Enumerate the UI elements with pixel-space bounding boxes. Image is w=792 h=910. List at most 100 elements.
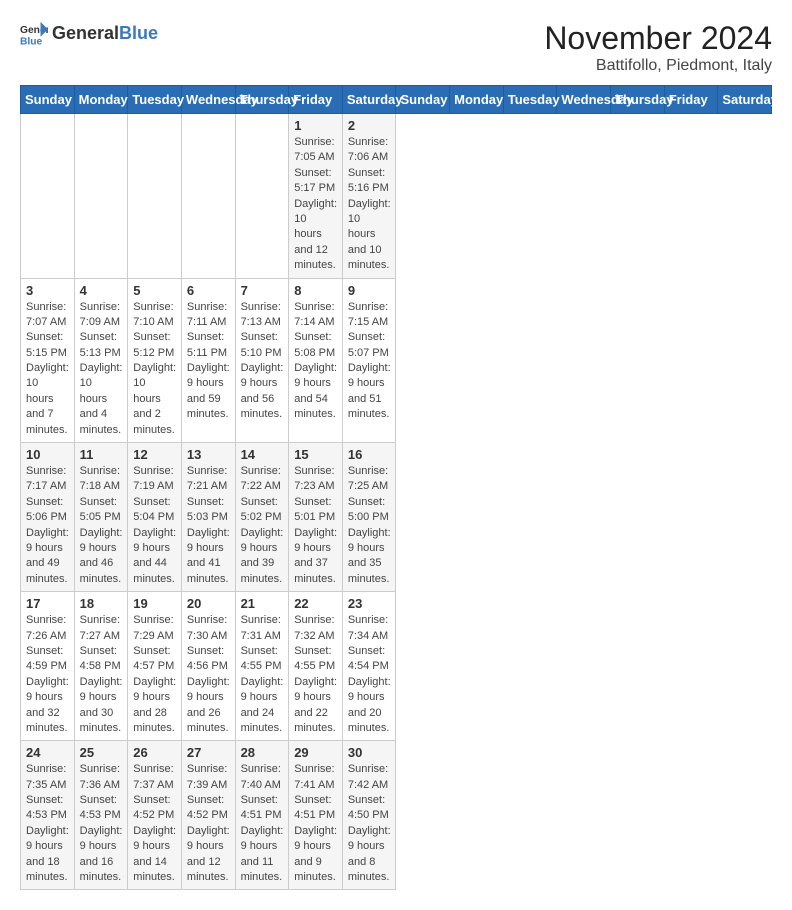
month-title: November 2024 — [544, 20, 772, 57]
calendar-cell: 8 Sunrise: 7:14 AM Sunset: 5:08 PM Daylig… — [289, 278, 343, 443]
calendar-cell: 13Sunrise: 7:21 AM Sunset: 5:03 PM Dayli… — [181, 443, 235, 592]
calendar-week-row: 10 Sunrise: 7:17 AM Sunset: 5:06 PM Dayli… — [21, 443, 772, 592]
title-area: November 2024 Battifollo, Piedmont, Ital… — [544, 20, 772, 75]
calendar-cell: 3 Sunrise: 7:07 AM Sunset: 5:15 PM Daylig… — [21, 278, 75, 443]
calendar-week-row: 3 Sunrise: 7:07 AM Sunset: 5:15 PM Daylig… — [21, 278, 772, 443]
day-of-week-header: Monday — [74, 86, 128, 114]
calendar-cell: 19Sunrise: 7:29 AM Sunset: 4:57 PM Dayli… — [128, 592, 182, 741]
day-info: Sunrise: 7:19 AM Sunset: 5:04 PM Dayligh… — [133, 464, 176, 587]
calendar-cell: 28 Sunrise: 7:40 AM Sunset: 4:51 PM Dayli… — [235, 741, 289, 890]
day-of-week-header: Wednesday — [181, 86, 235, 114]
day-info: Sunrise: 7:32 AM Sunset: 4:55 PM Dayligh… — [294, 613, 337, 736]
day-of-week-header: Saturday — [718, 86, 772, 114]
day-of-week-header: Thursday — [235, 86, 289, 114]
calendar-cell: 6 Sunrise: 7:11 AM Sunset: 5:11 PM Daylig… — [181, 278, 235, 443]
day-number: 8 — [294, 283, 337, 298]
day-of-week-header: Wednesday — [557, 86, 611, 114]
day-number: 18 — [80, 596, 123, 611]
calendar-cell: 20 Sunrise: 7:30 AM Sunset: 4:56 PM Dayli… — [181, 592, 235, 741]
calendar-cell: 12 Sunrise: 7:19 AM Sunset: 5:04 PM Dayli… — [128, 443, 182, 592]
calendar-cell: 22 Sunrise: 7:32 AM Sunset: 4:55 PM Dayli… — [289, 592, 343, 741]
day-of-week-header: Tuesday — [503, 86, 557, 114]
calendar-cell: 7 Sunrise: 7:13 AM Sunset: 5:10 PM Daylig… — [235, 278, 289, 443]
logo-blue-text: Blue — [119, 23, 158, 43]
day-number: 16 — [348, 447, 391, 462]
calendar-cell: 11 Sunrise: 7:18 AM Sunset: 5:05 PM Dayli… — [74, 443, 128, 592]
calendar-cell: 15 Sunrise: 7:23 AM Sunset: 5:01 PM Dayli… — [289, 443, 343, 592]
day-info: Sunrise: 7:42 AM Sunset: 4:50 PM Dayligh… — [348, 762, 391, 885]
calendar-week-row: 1 Sunrise: 7:05 AM Sunset: 5:17 PM Daylig… — [21, 114, 772, 279]
day-info: Sunrise: 7:06 AM Sunset: 5:16 PM Dayligh… — [348, 135, 391, 274]
calendar-week-row: 17Sunrise: 7:26 AM Sunset: 4:59 PM Dayli… — [21, 592, 772, 741]
day-info: Sunrise: 7:34 AM Sunset: 4:54 PM Dayligh… — [348, 613, 391, 736]
day-number: 3 — [26, 283, 69, 298]
calendar-cell: 18 Sunrise: 7:27 AM Sunset: 4:58 PM Dayli… — [74, 592, 128, 741]
page-header: General Blue GeneralBlue November 2024 B… — [20, 20, 772, 75]
day-number: 20 — [187, 596, 230, 611]
day-of-week-header: Sunday — [396, 86, 450, 114]
day-number: 7 — [241, 283, 284, 298]
calendar-week-row: 24Sunrise: 7:35 AM Sunset: 4:53 PM Dayli… — [21, 741, 772, 890]
day-number: 11 — [80, 447, 123, 462]
day-info: Sunrise: 7:23 AM Sunset: 5:01 PM Dayligh… — [294, 464, 337, 587]
day-number: 10 — [26, 447, 69, 462]
day-of-week-header: Thursday — [611, 86, 665, 114]
day-number: 23 — [348, 596, 391, 611]
calendar-cell — [181, 114, 235, 279]
day-info: Sunrise: 7:11 AM Sunset: 5:11 PM Dayligh… — [187, 300, 230, 423]
day-info: Sunrise: 7:27 AM Sunset: 4:58 PM Dayligh… — [80, 613, 123, 736]
location-subtitle: Battifollo, Piedmont, Italy — [544, 57, 772, 75]
day-number: 2 — [348, 118, 391, 133]
calendar-cell: 27 Sunrise: 7:39 AM Sunset: 4:52 PM Dayli… — [181, 741, 235, 890]
logo-icon: General Blue — [20, 20, 48, 48]
calendar-cell: 5Sunrise: 7:10 AM Sunset: 5:12 PM Daylig… — [128, 278, 182, 443]
day-info: Sunrise: 7:14 AM Sunset: 5:08 PM Dayligh… — [294, 300, 337, 423]
day-info: Sunrise: 7:40 AM Sunset: 4:51 PM Dayligh… — [241, 762, 284, 885]
day-number: 26 — [133, 745, 176, 760]
day-number: 25 — [80, 745, 123, 760]
day-number: 13 — [187, 447, 230, 462]
calendar-cell: 1 Sunrise: 7:05 AM Sunset: 5:17 PM Daylig… — [289, 114, 343, 279]
day-number: 30 — [348, 745, 391, 760]
calendar-cell — [235, 114, 289, 279]
day-info: Sunrise: 7:13 AM Sunset: 5:10 PM Dayligh… — [241, 300, 284, 423]
day-number: 22 — [294, 596, 337, 611]
svg-text:Blue: Blue — [20, 36, 43, 47]
day-number: 4 — [80, 283, 123, 298]
day-number: 14 — [241, 447, 284, 462]
day-info: Sunrise: 7:30 AM Sunset: 4:56 PM Dayligh… — [187, 613, 230, 736]
day-of-week-header: Saturday — [342, 86, 396, 114]
day-info: Sunrise: 7:09 AM Sunset: 5:13 PM Dayligh… — [80, 300, 123, 439]
calendar-cell: 25Sunrise: 7:36 AM Sunset: 4:53 PM Dayli… — [74, 741, 128, 890]
day-info: Sunrise: 7:18 AM Sunset: 5:05 PM Dayligh… — [80, 464, 123, 587]
logo: General Blue GeneralBlue — [20, 20, 158, 48]
day-info: Sunrise: 7:17 AM Sunset: 5:06 PM Dayligh… — [26, 464, 69, 587]
day-info: Sunrise: 7:26 AM Sunset: 4:59 PM Dayligh… — [26, 613, 69, 736]
day-info: Sunrise: 7:22 AM Sunset: 5:02 PM Dayligh… — [241, 464, 284, 587]
calendar-table: SundayMondayTuesdayWednesdayThursdayFrid… — [20, 85, 772, 890]
day-number: 27 — [187, 745, 230, 760]
day-number: 15 — [294, 447, 337, 462]
calendar-cell: 21 Sunrise: 7:31 AM Sunset: 4:55 PM Dayli… — [235, 592, 289, 741]
calendar-cell — [74, 114, 128, 279]
calendar-header-row: SundayMondayTuesdayWednesdayThursdayFrid… — [21, 86, 772, 114]
calendar-cell: 14 Sunrise: 7:22 AM Sunset: 5:02 PM Dayli… — [235, 443, 289, 592]
day-number: 9 — [348, 283, 391, 298]
day-info: Sunrise: 7:39 AM Sunset: 4:52 PM Dayligh… — [187, 762, 230, 885]
day-number: 24 — [26, 745, 69, 760]
day-info: Sunrise: 7:15 AM Sunset: 5:07 PM Dayligh… — [348, 300, 391, 423]
day-info: Sunrise: 7:31 AM Sunset: 4:55 PM Dayligh… — [241, 613, 284, 736]
day-info: Sunrise: 7:05 AM Sunset: 5:17 PM Dayligh… — [294, 135, 337, 274]
day-info: Sunrise: 7:07 AM Sunset: 5:15 PM Dayligh… — [26, 300, 69, 439]
calendar-cell — [128, 114, 182, 279]
day-info: Sunrise: 7:37 AM Sunset: 4:52 PM Dayligh… — [133, 762, 176, 885]
day-number: 1 — [294, 118, 337, 133]
calendar-cell: 16Sunrise: 7:25 AM Sunset: 5:00 PM Dayli… — [342, 443, 396, 592]
day-info: Sunrise: 7:29 AM Sunset: 4:57 PM Dayligh… — [133, 613, 176, 736]
day-number: 21 — [241, 596, 284, 611]
day-number: 6 — [187, 283, 230, 298]
calendar-cell: 2 Sunrise: 7:06 AM Sunset: 5:16 PM Daylig… — [342, 114, 396, 279]
day-number: 28 — [241, 745, 284, 760]
calendar-cell: 29Sunrise: 7:41 AM Sunset: 4:51 PM Dayli… — [289, 741, 343, 890]
day-number: 12 — [133, 447, 176, 462]
